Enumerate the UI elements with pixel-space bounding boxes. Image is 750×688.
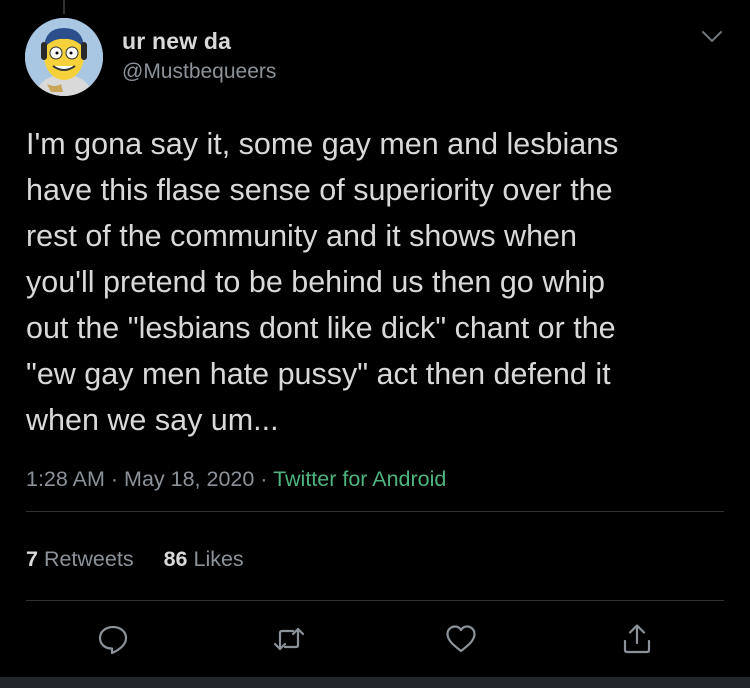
avatar-image <box>25 18 103 96</box>
share-icon[interactable] <box>620 622 654 656</box>
likes-label: Likes <box>193 547 244 571</box>
separator: · <box>260 467 268 491</box>
divider <box>26 511 724 512</box>
likes-stat[interactable]: 86 Likes <box>164 547 244 571</box>
divider <box>26 600 724 601</box>
retweets-stat[interactable]: 7 Retweets <box>26 547 134 571</box>
display-name[interactable]: ur new da <box>122 28 231 55</box>
tweet-date[interactable]: May 18, 2020 <box>124 467 254 491</box>
retweets-count: 7 <box>26 547 38 571</box>
tweet-text: I'm gona say it, some gay men and lesbia… <box>26 127 619 437</box>
reply-icon[interactable] <box>96 622 130 656</box>
retweet-icon[interactable] <box>272 622 306 656</box>
heart-icon[interactable] <box>444 622 478 656</box>
tweet-source[interactable]: Twitter for Android <box>273 467 446 491</box>
engagement-stats: 7 Retweets 86 Likes <box>26 547 244 572</box>
tweet-meta: 1:28 AM · May 18, 2020 · Twitter for And… <box>26 467 446 492</box>
thread-line <box>63 0 65 14</box>
user-handle[interactable]: @Mustbequeers <box>122 60 276 84</box>
separator: · <box>110 467 119 491</box>
likes-count: 86 <box>163 547 188 571</box>
bottom-bar <box>0 677 750 688</box>
tweet-time[interactable]: 1:28 AM <box>26 467 105 491</box>
chevron-down-icon[interactable] <box>701 30 723 44</box>
avatar[interactable] <box>25 18 103 96</box>
retweets-label: Retweets <box>43 547 134 571</box>
